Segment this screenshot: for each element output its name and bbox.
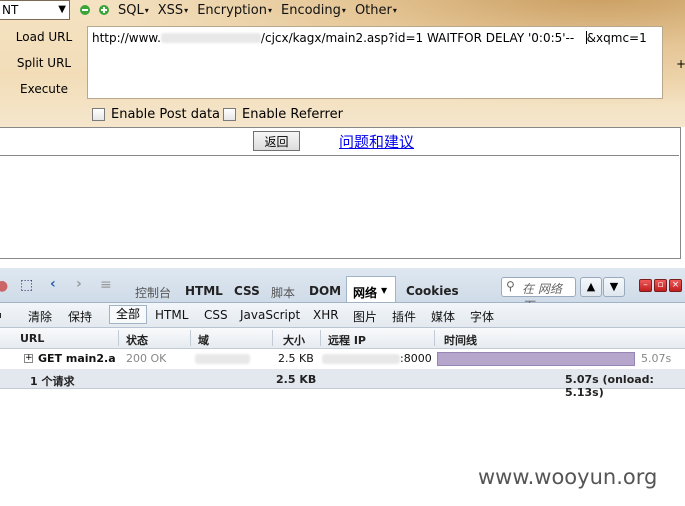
menu-xss[interactable]: XSS▾ <box>158 3 188 18</box>
redacted-domain <box>195 354 250 364</box>
pause-icon[interactable]: ⏸ <box>0 308 2 323</box>
tab-html[interactable]: HTML <box>185 284 223 298</box>
filter-all[interactable]: 全部 <box>109 305 147 324</box>
filter-html[interactable]: HTML <box>155 308 188 322</box>
hackbar-mode-dropdown[interactable]: NT ▼ <box>0 0 70 20</box>
summary-total: 5.07s (onload: 5.13s) <box>565 373 654 399</box>
firebug-icon[interactable]: ● <box>0 278 8 294</box>
minimize-icon[interactable]: – <box>639 279 652 292</box>
row-size: 2.5 KB <box>278 352 314 365</box>
row-time: 5.07s <box>641 352 672 365</box>
command-line-icon[interactable]: ≡ <box>100 277 112 293</box>
col-remote-ip[interactable]: 远程 IP <box>328 332 366 348</box>
url-text: http://www./cjcx/kagx/main2.asp?id=1 WAI… <box>92 31 647 45</box>
execute-button[interactable]: Execute <box>0 82 88 96</box>
filter-javascript[interactable]: JavaScript <box>240 308 300 322</box>
filter-xhr[interactable]: XHR <box>313 308 339 322</box>
search-prev-button[interactable]: ▲ <box>580 277 602 297</box>
timeline-bar <box>437 352 635 366</box>
col-separator <box>118 330 119 346</box>
col-url[interactable]: URL <box>20 332 44 345</box>
col-separator <box>434 330 435 346</box>
back-arrow-icon[interactable]: ‹ <box>50 276 56 292</box>
menu-encoding[interactable]: Encoding▾ <box>281 3 346 18</box>
search-icon: ⚲ <box>506 279 515 293</box>
tab-net[interactable]: 网络 ▼ <box>346 276 396 302</box>
checkbox-box[interactable] <box>92 108 105 121</box>
summary-size: 2.5 KB <box>276 373 317 386</box>
chevron-down-icon: ▼ <box>381 286 388 295</box>
url-textarea[interactable]: http://www./cjcx/kagx/main2.asp?id=1 WAI… <box>87 26 663 99</box>
redacted-domain <box>160 33 261 43</box>
search-next-button[interactable]: ▼ <box>603 277 625 297</box>
filter-css[interactable]: CSS <box>204 308 228 322</box>
page-content: 返回 问题和建议 <box>0 127 685 267</box>
summary-requests: 1 个请求 <box>30 375 75 388</box>
firebug-panel: ● ⬚ ‹ › ≡ 控制台 HTML CSS 脚本 DOM 网络 ▼ Cooki… <box>0 268 685 399</box>
hackbar-panel: NT ▼ SQL▾ XSS▾ Encryption▾ Encoding▾ Oth… <box>0 0 685 128</box>
filter-images[interactable]: 图片 <box>353 308 377 325</box>
chevron-down-icon: ▼ <box>58 4 66 15</box>
expand-icon[interactable]: + <box>24 354 33 363</box>
forward-arrow-icon[interactable]: › <box>76 276 82 292</box>
checkbox-box[interactable] <box>223 108 236 121</box>
clear-button[interactable]: 清除 <box>28 308 52 325</box>
col-domain[interactable]: 域 <box>198 332 209 348</box>
row-status: 200 OK <box>126 352 167 365</box>
tab-dom[interactable]: DOM <box>309 284 341 298</box>
col-status[interactable]: 状态 <box>126 332 148 348</box>
firebug-search-input[interactable]: ⚲ 在 网络 面 <box>501 277 576 313</box>
col-separator <box>190 330 191 346</box>
tab-net-label: 网络 <box>353 286 378 300</box>
enable-referrer-label: Enable Referrer <box>242 107 343 122</box>
tab-script[interactable]: 脚本 <box>271 284 295 301</box>
col-separator <box>320 330 321 346</box>
increase-icon[interactable] <box>99 5 109 15</box>
filter-plugins[interactable]: 插件 <box>392 308 416 325</box>
inspect-icon[interactable]: ⬚ <box>20 277 33 293</box>
col-separator <box>272 330 273 346</box>
net-summary-row: 1 个请求 2.5 KB 5.07s (onload: 5.13s) <box>0 370 685 399</box>
back-button[interactable]: 返回 <box>253 131 300 151</box>
load-url-button[interactable]: Load URL <box>0 30 88 44</box>
close-icon[interactable]: × <box>669 279 682 292</box>
net-table-header: URL 状态 域 大小 远程 IP 时间线 <box>0 328 685 349</box>
enable-post-label: Enable Post data <box>111 107 221 122</box>
hackbar-add-button[interactable]: + <box>676 57 685 71</box>
tab-css[interactable]: CSS <box>234 284 260 298</box>
enable-post-checkbox[interactable]: Enable Post data <box>92 107 220 122</box>
watermark: www.wooyun.org <box>478 465 658 489</box>
menu-encryption[interactable]: Encryption▾ <box>197 3 272 18</box>
table-row[interactable]: + GET main2.a 200 OK 2.5 KB :8000 5.07s <box>0 349 685 370</box>
net-filter-bar: ⏸ 清除 保持 全部 HTML CSS JavaScript XHR 图片 插件… <box>0 303 685 328</box>
decrease-icon[interactable] <box>80 5 90 15</box>
col-size[interactable]: 大小 <box>283 332 305 348</box>
col-timeline[interactable]: 时间线 <box>444 332 477 348</box>
dropdown-value: NT <box>2 3 19 17</box>
feedback-link[interactable]: 问题和建议 <box>339 131 414 152</box>
split-url-button[interactable]: Split URL <box>0 56 88 70</box>
hackbar-menu: SQL▾ XSS▾ Encryption▾ Encoding▾ Other▾ <box>80 2 397 18</box>
tab-console[interactable]: 控制台 <box>135 284 171 301</box>
filter-fonts[interactable]: 字体 <box>470 308 494 325</box>
filter-media[interactable]: 媒体 <box>431 308 455 325</box>
table-divider <box>0 155 679 156</box>
row-port: :8000 <box>400 352 432 365</box>
firebug-tabbar: ● ⬚ ‹ › ≡ 控制台 HTML CSS 脚本 DOM 网络 ▼ Cooki… <box>0 268 685 313</box>
enable-referrer-checkbox[interactable]: Enable Referrer <box>223 107 343 122</box>
detach-icon[interactable]: ▫ <box>654 279 667 292</box>
persist-button[interactable]: 保持 <box>68 308 92 325</box>
menu-other[interactable]: Other▾ <box>355 3 397 18</box>
menu-sql[interactable]: SQL▾ <box>118 3 149 18</box>
tab-cookies[interactable]: Cookies <box>406 284 459 298</box>
row-url: GET main2.a <box>38 352 116 365</box>
redacted-ip <box>322 354 400 364</box>
